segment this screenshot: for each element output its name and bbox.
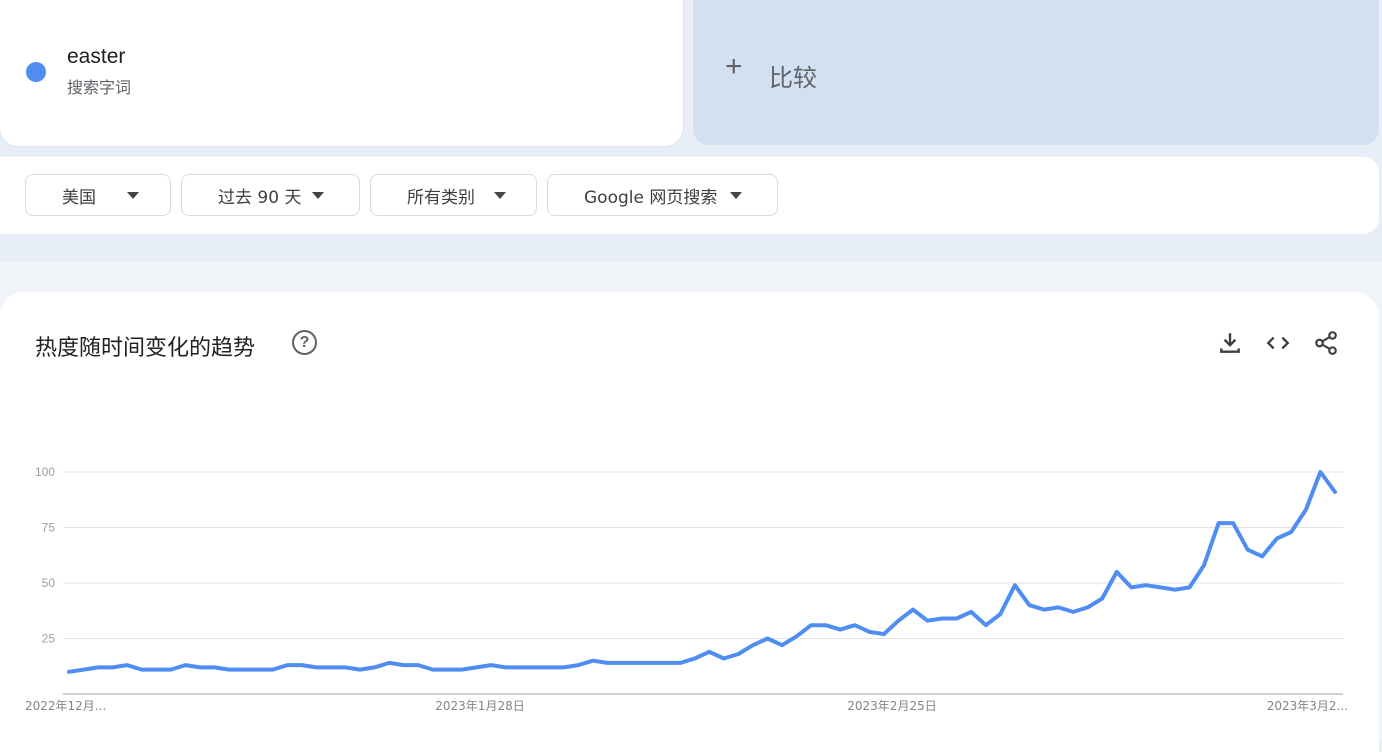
compare-button[interactable]: + 比较 [693,0,1379,145]
series-line-easter[interactable] [67,470,1337,674]
search-type-filter-label: Google 网页搜索 [584,187,718,208]
term-type-label: 搜索字词 [67,78,132,97]
region-filter[interactable]: 美国 [25,174,171,216]
term-name: easter [67,45,126,68]
x-tick-label: 2023年1月28日 [435,699,524,713]
category-filter[interactable]: 所有类别 [370,174,537,216]
category-filter-label: 所有类别 [407,187,475,208]
search-type-filter[interactable]: Google 网页搜索 [547,174,778,216]
filter-bar: 美国 过去 90 天 所有类别 Google 网页搜索 [0,157,1379,234]
x-tick-label: 2023年3月2... [1267,699,1348,713]
plus-icon: + [725,50,743,83]
time-range-filter-label: 过去 90 天 [218,187,302,208]
interest-line-chart: 25 50 75 100 2022年12月... 2023年1月28日 2023年2月25日… [25,465,1348,713]
time-range-filter[interactable]: 过去 90 天 [181,174,360,216]
y-tick-label: 75 [42,521,56,535]
y-tick-label: 25 [42,632,56,646]
chevron-down-icon [494,192,506,199]
region-filter-label: 美国 [62,187,96,208]
search-term-card[interactable]: easter 搜索字词 [0,0,683,146]
chevron-down-icon [730,192,742,199]
x-tick-label: 2022年12月... [25,699,106,713]
chevron-down-icon [127,192,139,199]
term-color-dot [26,62,46,82]
y-tick-label: 50 [42,576,56,590]
compare-label: 比较 [769,64,817,92]
x-tick-label: 2023年2月25日 [847,699,936,713]
y-tick-label: 100 [35,465,55,479]
chevron-down-icon [312,192,324,199]
